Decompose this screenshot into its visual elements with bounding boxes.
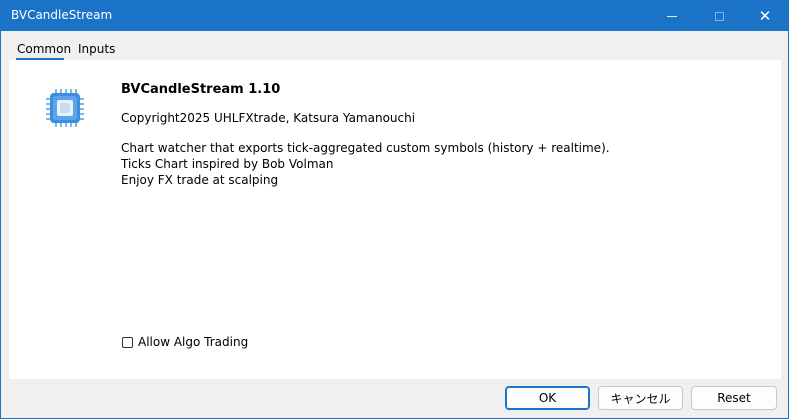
maximize-icon [714, 11, 724, 21]
minimize-icon [667, 15, 677, 17]
ea-title: BVCandleStream 1.10 [121, 82, 281, 97]
expert-advisor-chip-icon [46, 89, 84, 127]
copyright-text: Copyright2025 UHLFXtrade, Katsura Yamano… [121, 111, 416, 125]
description: Chart watcher that exports tick-aggregat… [121, 140, 610, 188]
common-tab-panel: BVCandleStream 1.10 Copyright2025 UHLFXt… [9, 60, 781, 379]
allow-algo-trading-option[interactable]: Allow Algo Trading [122, 335, 248, 349]
close-button[interactable]: ✕ [742, 1, 788, 31]
title-bar[interactable]: BVCandleStream ✕ [1, 1, 788, 31]
description-line: Enjoy FX trade at scalping [121, 173, 279, 187]
reset-button[interactable]: Reset [691, 386, 777, 410]
tab-bar: Common Inputs [9, 31, 781, 60]
allow-algo-trading-checkbox[interactable] [122, 336, 133, 348]
maximize-button[interactable] [696, 1, 742, 31]
window-title: BVCandleStream [11, 8, 113, 22]
close-icon: ✕ [758, 6, 772, 25]
minimize-button[interactable] [649, 1, 695, 31]
dialog-window: BVCandleStream ✕ Common Inputs BVCandleS… [0, 0, 789, 419]
description-line: Chart watcher that exports tick-aggregat… [121, 141, 610, 155]
ok-button[interactable]: OK [505, 386, 590, 410]
allow-algo-trading-label: Allow Algo Trading [138, 335, 249, 349]
tab-inputs[interactable]: Inputs [78, 42, 115, 56]
description-line: Ticks Chart inspired by Bob Volman [121, 157, 334, 171]
cancel-button[interactable]: キャンセル [598, 386, 683, 410]
tab-common[interactable]: Common [17, 42, 71, 56]
